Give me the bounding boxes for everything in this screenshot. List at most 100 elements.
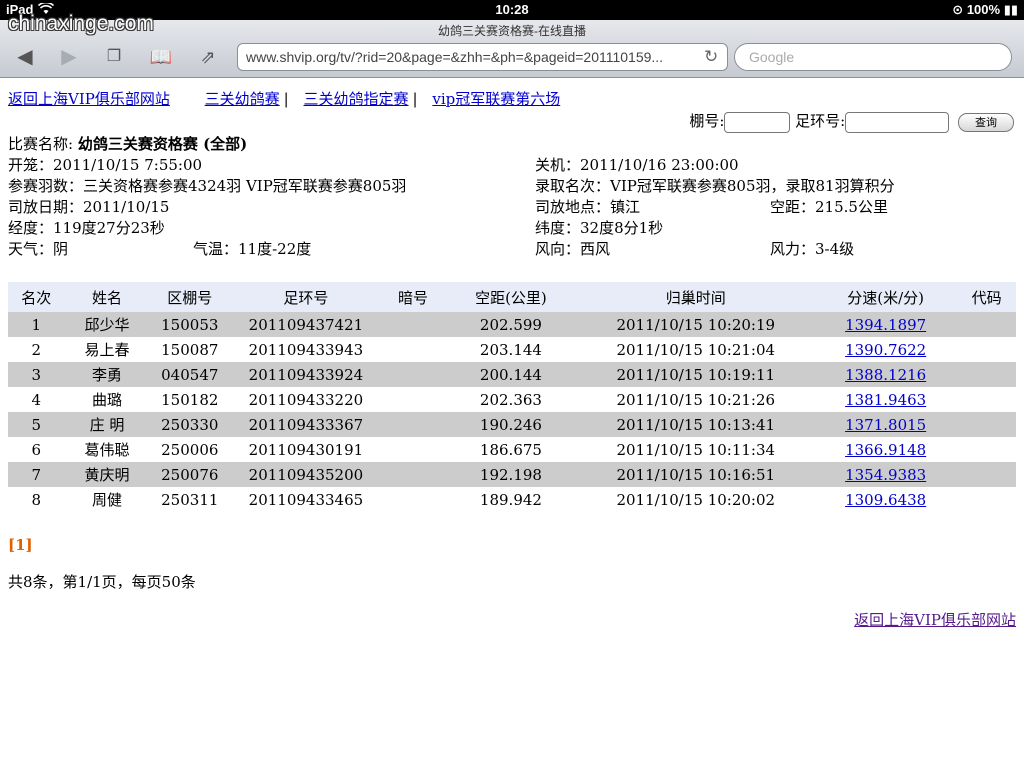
col-name: 姓名 bbox=[64, 282, 150, 312]
cell-speed: 1309.6438 bbox=[814, 487, 957, 512]
table-cell bbox=[957, 312, 1016, 337]
table-cell: 2011/10/15 10:16:51 bbox=[577, 462, 814, 487]
table-cell: 庄 明 bbox=[64, 412, 150, 437]
cell-speed: 1381.9463 bbox=[814, 387, 957, 412]
table-cell: 250330 bbox=[149, 412, 231, 437]
table-cell: 201109437421 bbox=[230, 312, 382, 337]
table-cell: 201109430191 bbox=[248, 440, 364, 459]
loft-input[interactable] bbox=[724, 111, 791, 133]
race-link-3[interactable]: vip冠军联赛第六场 bbox=[432, 90, 560, 108]
table-cell: 2011/10/15 10:19:11 bbox=[577, 362, 814, 387]
table-cell: 2011/10/15 10:11:34 bbox=[616, 440, 776, 459]
table-cell bbox=[381, 412, 445, 437]
table-cell: 201109433220 bbox=[248, 390, 364, 409]
ring-label: 足环号: bbox=[795, 112, 846, 130]
table-cell bbox=[382, 337, 445, 362]
speed-link[interactable]: 1381.9463 bbox=[845, 391, 926, 409]
race-link-2[interactable]: 三关幼鸽指定赛 bbox=[304, 90, 409, 108]
url-field[interactable]: www.shvip.org/tv/?rid=20&page=&zhh=&ph=&… bbox=[237, 43, 728, 71]
table-cell: 葛伟聪 bbox=[84, 441, 130, 459]
table-cell: 7 bbox=[8, 462, 65, 487]
table-cell: 3 bbox=[8, 362, 65, 387]
release-place: 司放地点：镇江 bbox=[535, 198, 641, 216]
search-field[interactable]: Google bbox=[734, 43, 1012, 71]
longitude: 经度：119度27分23秒 bbox=[8, 219, 165, 237]
race-link-1[interactable]: 三关幼鸽赛 bbox=[205, 90, 280, 108]
entries: 参赛羽数：三关资格赛参赛4324羽 VIP冠军联赛参赛805羽 bbox=[8, 177, 407, 195]
table-row: 5庄 明 250330 201109433367 190.246 2011/10/15 … bbox=[8, 412, 1016, 437]
table-cell: 150182 bbox=[161, 390, 219, 409]
table-cell: 2011/10/15 10:20:19 bbox=[577, 312, 814, 337]
table-row: 6 葛伟聪 250006 201109430191 186.675 2011/10/15 … bbox=[8, 437, 1016, 462]
reload-icon[interactable]: ↻ bbox=[704, 47, 718, 67]
table-cell bbox=[957, 337, 1016, 362]
share-icon: ⇗ bbox=[200, 47, 216, 67]
record-count: 共8条，第1/1页，每页50条 bbox=[8, 573, 196, 591]
table-cell: 2011/10/15 10:21:04 bbox=[616, 340, 776, 359]
back-home-link[interactable]: 返回上海VIP俱乐部网站 bbox=[8, 90, 170, 108]
table-cell bbox=[957, 412, 1016, 437]
table-cell bbox=[382, 387, 445, 412]
bookmarks-button[interactable]: 📖 bbox=[148, 46, 174, 68]
battery-percent: 100% bbox=[966, 2, 1001, 17]
table-cell: 150087 bbox=[161, 340, 219, 359]
table-cell: 192.198 bbox=[444, 462, 578, 487]
table-cell: 200.144 bbox=[444, 362, 578, 387]
close-time: 关机：2011/10/16 23:00:00 bbox=[535, 156, 739, 174]
table-cell bbox=[957, 362, 1016, 387]
table-cell: 2011/10/15 10:21:26 bbox=[616, 390, 776, 409]
forward-button[interactable]: ▶ bbox=[56, 46, 82, 68]
latitude: 纬度：32度8分1秒 bbox=[535, 219, 664, 237]
query-button[interactable]: 查询 bbox=[958, 112, 1014, 132]
speed-link[interactable]: 1354.9383 bbox=[845, 466, 926, 484]
table-cell: 2 bbox=[31, 340, 42, 359]
ring-input[interactable] bbox=[845, 111, 950, 133]
race-info: 比赛名称: 幼鸽三关赛资格赛 (全部) 开笼：2011/10/15 7:55:0… bbox=[8, 134, 1018, 260]
table-cell: 易上春 bbox=[84, 341, 130, 359]
speed-link[interactable]: 1388.1216 bbox=[845, 366, 926, 384]
table-cell: 李勇 bbox=[64, 362, 150, 387]
distance: 空距：215.5公里 bbox=[770, 198, 888, 216]
table-cell: 5 bbox=[8, 412, 65, 437]
tabs-button[interactable]: ❐ bbox=[101, 46, 127, 68]
footer-back-link[interactable]: 返回上海VIP俱乐部网站 bbox=[854, 611, 1016, 629]
table-cell: 250076 bbox=[149, 462, 231, 487]
table-row: 7 黄庆明 250076 201109435200 192.198 2011/10/15 … bbox=[8, 462, 1016, 487]
table-cell: 202.599 bbox=[444, 312, 578, 337]
speed-link[interactable]: 1309.6438 bbox=[845, 491, 926, 509]
col-id: 代码 bbox=[957, 282, 1016, 312]
battery-indicator: ⊙ 100% ▮▮ bbox=[952, 2, 1018, 18]
share-button[interactable]: ⇗ bbox=[195, 46, 221, 68]
back-button[interactable]: ◀ bbox=[12, 46, 38, 68]
table-cell: 040547 bbox=[149, 362, 231, 387]
cell-speed: 1388.1216 bbox=[813, 362, 958, 387]
col-ring: 足环号 bbox=[230, 282, 382, 312]
table-cell: 202.363 bbox=[479, 390, 542, 409]
weather: 天气：阴 bbox=[8, 240, 69, 258]
release-date: 司放日期：2011/10/15 bbox=[8, 198, 170, 216]
speed-link[interactable]: 1394.1897 bbox=[845, 316, 926, 334]
table-cell: 150053 bbox=[149, 312, 231, 337]
cell-speed: 1394.1897 bbox=[813, 312, 958, 337]
results-table: 名次 姓名 区棚号 足环号 暗号 空距(公里) 归巢时间 分速(米/分) 代码 … bbox=[8, 282, 1016, 512]
top-links: 返回上海VIP俱乐部网站 三关幼鸽赛 | 三关幼鸽指定赛 | vip冠军联赛第六场 bbox=[8, 90, 561, 108]
speed-link[interactable]: 1390.7622 bbox=[845, 341, 926, 359]
table-cell bbox=[382, 487, 445, 512]
table-cell: 201109433943 bbox=[248, 340, 364, 359]
basketing-time: 开笼：2011/10/15 7:55:00 bbox=[8, 156, 203, 174]
speed-link[interactable]: 1366.9148 bbox=[845, 441, 926, 459]
cell-speed: 1371.8015 bbox=[813, 412, 958, 437]
table-cell bbox=[381, 362, 445, 387]
speed-link[interactable]: 1371.8015 bbox=[845, 416, 926, 434]
table-cell: 190.246 bbox=[444, 412, 578, 437]
table-cell: 曲璐 bbox=[91, 391, 122, 409]
table-cell: 4 bbox=[31, 390, 42, 409]
temperature: 气温：11度-22度 bbox=[193, 240, 312, 258]
race-name-label: 比赛名称: bbox=[8, 135, 74, 153]
tabs-icon: ❐ bbox=[106, 48, 122, 65]
col-loft: 区棚号 bbox=[149, 282, 231, 312]
col-code: 暗号 bbox=[381, 282, 445, 312]
cell-speed: 1354.9383 bbox=[813, 462, 958, 487]
pagination[interactable]: [1] bbox=[8, 536, 33, 554]
page-content: 返回上海VIP俱乐部网站 三关幼鸽赛 | 三关幼鸽指定赛 | vip冠军联赛第六场 … bbox=[0, 78, 1024, 768]
